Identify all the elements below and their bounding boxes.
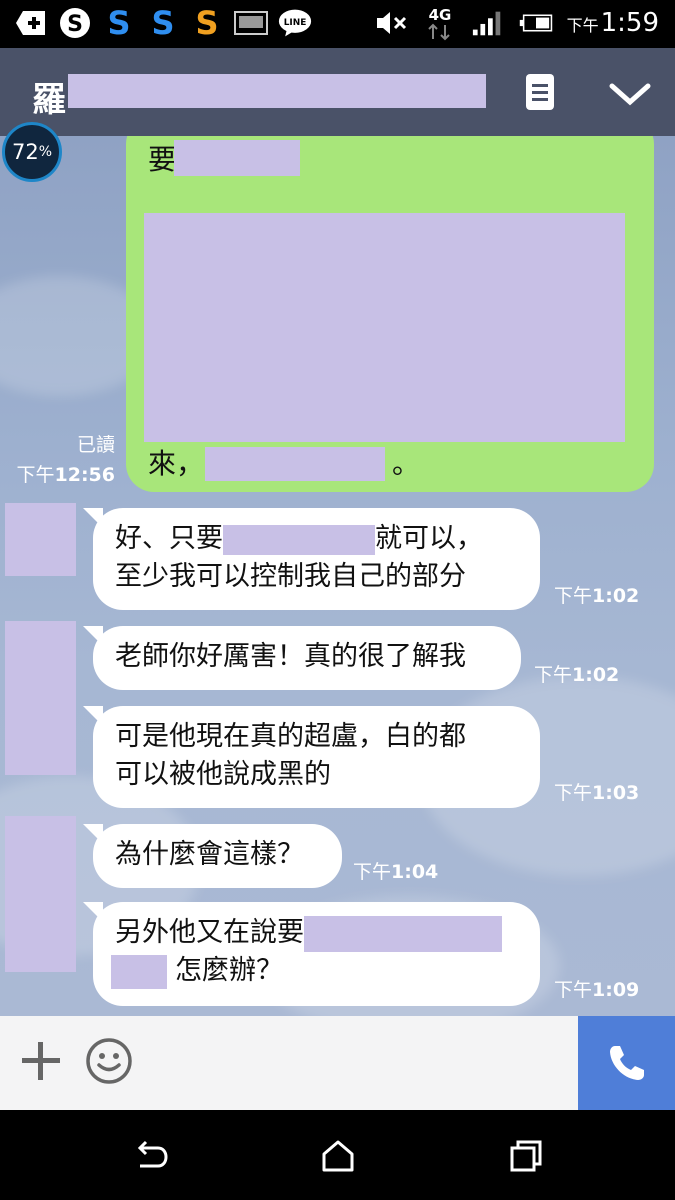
received-message-bubble[interactable]: 另外他又在說要 怎麼辦？: [83, 902, 540, 1006]
chat-header: 羅: [0, 48, 675, 136]
message-time: 下午1:03: [554, 782, 640, 804]
navigation-bar: [0, 1110, 675, 1200]
s-app-blue-icon: S: [146, 6, 180, 40]
svg-text:S: S: [107, 6, 130, 40]
svg-text:LINE: LINE: [284, 18, 307, 28]
avatar[interactable]: [5, 816, 76, 972]
signal-icon: [471, 6, 505, 40]
read-receipt: 已讀 下午12:56: [17, 430, 116, 490]
s-app-orange-icon: S: [190, 6, 224, 40]
redacted-text: [144, 213, 625, 442]
chat-area[interactable]: 要 來， 。 已讀 下午12:56 好、只要 就可以， 至少我可以控制我自己的部分…: [0, 136, 675, 1016]
message-time: 下午1:02: [534, 664, 620, 686]
menu-icon[interactable]: [522, 72, 558, 112]
clock: 下午1:59: [566, 8, 659, 38]
avatar[interactable]: [5, 503, 76, 576]
sent-message-text: 來，: [148, 447, 205, 480]
sent-message-text: 。: [392, 447, 421, 480]
add-box-icon: [14, 6, 48, 40]
message-time: 下午1:09: [554, 979, 640, 1001]
redacted-contact-name: [68, 74, 486, 108]
message-time: 下午12:56: [16, 464, 116, 486]
redacted-text: [174, 140, 300, 176]
line-icon: LINE: [278, 6, 312, 40]
svg-text:S: S: [195, 6, 218, 40]
redacted-text: [223, 524, 375, 555]
redacted-text: [111, 954, 167, 989]
avatar[interactable]: [5, 621, 76, 775]
redacted-text: [304, 915, 502, 952]
system-status: 4G 下午1:59: [375, 6, 659, 41]
sent-message-text: 要: [148, 143, 177, 176]
skype-icon: S: [58, 6, 92, 40]
svg-text:S: S: [67, 12, 83, 37]
call-button[interactable]: [578, 1016, 675, 1110]
recent-apps-icon[interactable]: [508, 1138, 544, 1174]
mute-icon: [375, 6, 409, 40]
floating-usage-badge[interactable]: 72%: [2, 122, 62, 182]
received-message-bubble[interactable]: 為什麼會這樣？: [83, 824, 342, 888]
network-4g-icon: 4G: [423, 6, 457, 41]
chevron-down-icon[interactable]: [606, 74, 654, 114]
read-label: 已讀: [76, 434, 115, 456]
back-icon[interactable]: [132, 1138, 168, 1174]
received-message-bubble[interactable]: 老師你好厲害！真的很了解我: [83, 626, 521, 690]
status-bar: S S S S LINE 4G 下午1:59: [0, 0, 675, 48]
svg-text:4G: 4G: [428, 6, 451, 24]
emoji-icon[interactable]: [84, 1036, 134, 1086]
svg-text:S: S: [151, 6, 174, 40]
received-message-bubble[interactable]: 可是他現在真的超盧，白的都 可以被他說成黑的: [83, 706, 540, 808]
chat-title: 羅: [32, 80, 66, 120]
battery-icon: [519, 6, 553, 40]
notification-icons: S S S S LINE: [14, 6, 312, 40]
received-message-bubble[interactable]: 好、只要 就可以， 至少我可以控制我自己的部分: [83, 508, 540, 610]
s-app-blue-icon: S: [102, 6, 136, 40]
message-time: 下午1:04: [353, 861, 439, 883]
plus-icon[interactable]: [20, 1040, 62, 1082]
image-icon: [234, 6, 268, 40]
home-icon[interactable]: [320, 1138, 356, 1174]
redacted-text: [205, 447, 385, 481]
phone-icon: [609, 1046, 644, 1080]
message-time: 下午1:02: [554, 585, 640, 607]
message-input-bar: [0, 1016, 675, 1110]
